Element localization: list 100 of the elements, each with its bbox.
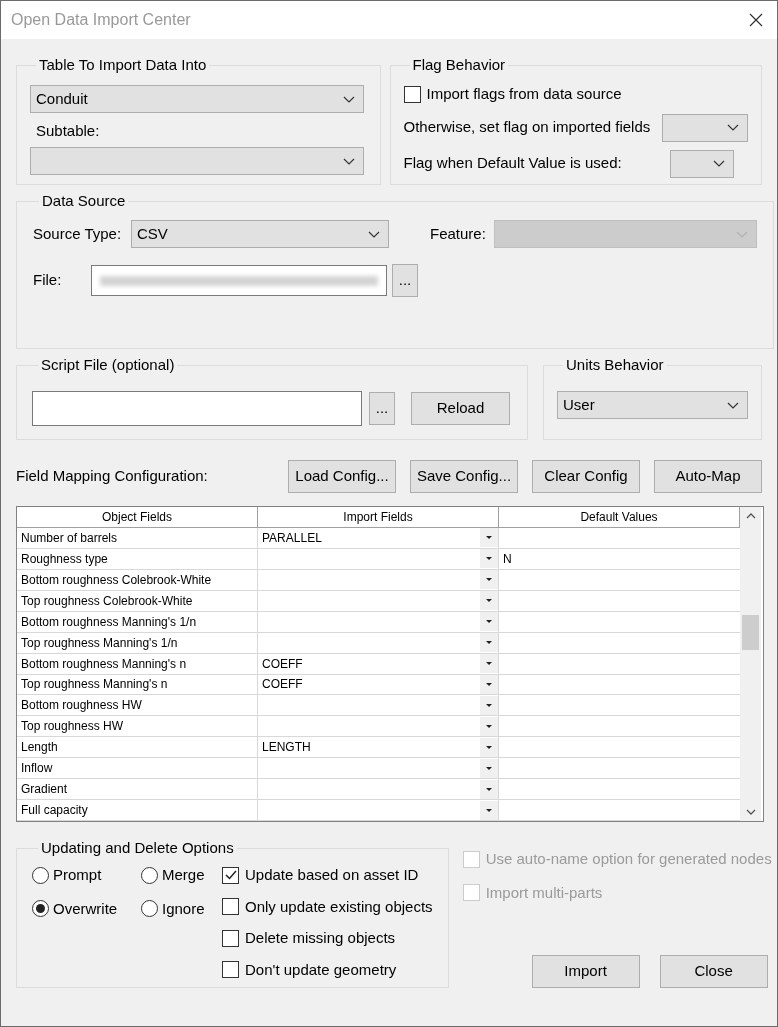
scroll-down-icon[interactable] <box>745 809 756 815</box>
checkbox[interactable] <box>403 85 421 103</box>
caret-icon <box>486 724 492 728</box>
scroll-thumb[interactable] <box>742 615 759 650</box>
column-header: Import Fields <box>258 507 499 527</box>
table-cell: Inflow <box>17 758 258 779</box>
caret-icon <box>486 682 492 686</box>
scroll-up-icon[interactable] <box>745 513 756 519</box>
dropdown-arrow-button[interactable] <box>480 716 498 736</box>
group-title: Updating and Delete Options <box>41 839 234 856</box>
dropdown[interactable] <box>669 149 734 178</box>
caret-icon <box>486 787 492 791</box>
dropdown-arrow-button[interactable] <box>480 737 498 757</box>
chevron-down-icon <box>343 95 355 103</box>
chevron-down-icon <box>727 401 739 409</box>
table-cell: Gradient <box>17 779 258 800</box>
button[interactable]: Load Config... <box>288 460 396 493</box>
radio-button[interactable] <box>141 900 158 918</box>
radio-button[interactable] <box>32 900 49 918</box>
table-cell: Bottom roughness HW <box>17 695 258 716</box>
dropdown-arrow-button[interactable] <box>480 695 498 715</box>
caret-icon <box>486 536 492 540</box>
group-title: Data Source <box>42 192 126 209</box>
scrollbar[interactable] <box>740 507 761 821</box>
caret-icon <box>486 745 492 749</box>
dropdown[interactable]: User <box>557 391 748 419</box>
caret-icon <box>486 557 492 561</box>
table-cell: Bottom roughness Manning's 1/n <box>17 611 258 632</box>
dropdown-arrow-button[interactable] <box>480 549 498 569</box>
dropdown[interactable]: CSV <box>131 220 389 248</box>
dropdown-arrow-button[interactable] <box>480 800 498 820</box>
radio-option[interactable]: Merge <box>141 864 222 887</box>
dropdown[interactable]: Conduit <box>30 85 364 113</box>
button[interactable]: Save Config... <box>410 460 518 493</box>
checkbox-option[interactable]: Only update existing objects <box>222 895 433 918</box>
group-title: Units Behavior <box>566 356 664 373</box>
dropdown-arrow-button[interactable] <box>480 570 498 590</box>
caret-icon <box>486 578 492 582</box>
dropdown-arrow-button[interactable] <box>480 758 498 778</box>
group-title: Table To Import Data Into <box>39 56 207 73</box>
field-label: Feature: <box>430 223 487 244</box>
group-title: Flag Behavior <box>412 56 506 73</box>
chevron-down-icon <box>736 230 748 238</box>
caret-icon <box>486 766 492 770</box>
section-label: Field Mapping Configuration: <box>16 466 209 487</box>
button[interactable]: ... <box>369 392 395 425</box>
table-cell: Top roughness Colebrook-White <box>17 590 258 611</box>
checkbox[interactable] <box>222 961 239 979</box>
table-cell-text: N <box>502 550 513 568</box>
table-cell: Top roughness HW <box>17 716 258 737</box>
table-cell: Bottom roughness Manning's n <box>17 653 258 674</box>
button[interactable]: Auto-Map <box>654 460 762 493</box>
dropdown-arrow-button[interactable] <box>480 528 498 548</box>
checkbox-option[interactable]: Import flags from data source <box>403 83 748 106</box>
dropdown[interactable] <box>662 113 748 142</box>
caret-icon <box>486 662 492 666</box>
caret-icon <box>486 620 492 624</box>
table-cell-text: COEFF <box>262 676 303 694</box>
chevron-down-icon <box>727 124 739 131</box>
column-header: Object Fields <box>17 507 258 527</box>
radio-option[interactable]: Ignore <box>141 897 222 920</box>
table-cell-text: LENGTH <box>262 739 311 757</box>
checkbox[interactable] <box>222 866 239 884</box>
window-title: Open Data Import Center <box>11 10 191 30</box>
field-label: Flag when Default Value is used: <box>403 153 623 174</box>
radio-option[interactable]: Overwrite <box>32 897 141 920</box>
group-title: Script File (optional) <box>41 356 175 373</box>
field-label: File: <box>33 270 63 291</box>
checkbox[interactable] <box>222 898 239 916</box>
checkbox-option[interactable]: Don't update geometry <box>222 958 433 981</box>
button[interactable]: Clear Config <box>532 460 640 493</box>
field-label: Subtable: <box>36 122 100 139</box>
table-cell-text: COEFF <box>262 655 303 673</box>
checkbox-option[interactable]: Delete missing objects <box>222 927 433 950</box>
chevron-down-icon <box>343 157 355 165</box>
button[interactable]: ... <box>392 264 418 297</box>
table-cell: Length <box>17 737 258 758</box>
radio-button[interactable] <box>32 866 49 884</box>
radio-option[interactable]: Prompt <box>32 864 141 887</box>
checkbox-option[interactable]: Update based on asset ID <box>222 864 433 887</box>
dropdown-arrow-button[interactable] <box>480 591 498 611</box>
table-cell-text: PARALLEL <box>262 529 322 547</box>
chevron-down-icon <box>368 230 380 238</box>
dropdown-arrow-button[interactable] <box>480 612 498 632</box>
radio-button[interactable] <box>141 866 158 884</box>
close-icon[interactable] <box>749 13 763 27</box>
button[interactable]: Reload <box>411 392 510 425</box>
dropdown-arrow-button[interactable] <box>480 779 498 799</box>
table-cell: Full capacity <box>17 800 258 821</box>
dropdown-arrow-button[interactable] <box>480 633 498 653</box>
chevron-down-icon <box>712 160 725 167</box>
checkbox[interactable] <box>222 929 239 947</box>
button[interactable]: Close <box>659 955 768 988</box>
file-path-field[interactable] <box>91 265 387 296</box>
table-cell: Roughness type <box>17 548 258 569</box>
script-file-field[interactable] <box>32 391 362 426</box>
table-cell: Bottom roughness Colebrook-White <box>17 569 258 590</box>
table-cell: Top roughness Manning's 1/n <box>17 632 258 653</box>
button[interactable]: Import <box>531 955 640 988</box>
dropdown-arrow-button[interactable] <box>480 654 498 674</box>
